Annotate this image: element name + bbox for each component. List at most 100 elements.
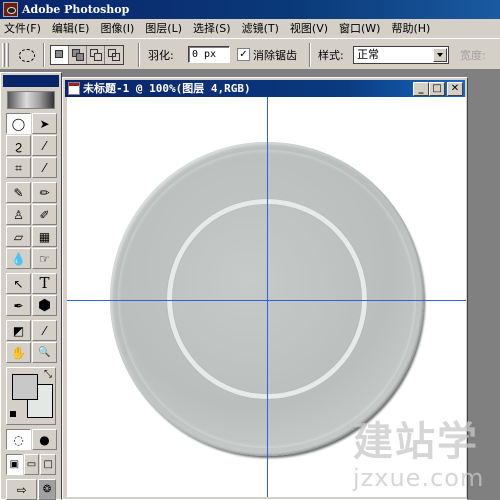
style-select-value: 正常 [357, 48, 379, 61]
path-selection-icon: ↖ [13, 276, 24, 291]
jump-to-group: ⇨ ❂ [1, 479, 61, 500]
selection-mode-group [50, 45, 124, 65]
tool-group-selection: ◯ ➤ ϩ ⁄ ⌗ ⁄ [1, 113, 61, 178]
antialias-label: 消除锯齿 [253, 49, 297, 62]
vertical-guide[interactable] [267, 97, 268, 497]
style-select[interactable]: 正常 [353, 46, 449, 64]
pen-icon: ✒ [13, 298, 24, 313]
jump-to-arrow-icon: ⇨ [16, 482, 27, 497]
app-title: Adobe Photoshop [22, 3, 130, 16]
image-canvas[interactable] [67, 97, 466, 497]
tool-eraser[interactable]: ▱ [6, 226, 31, 247]
tool-zoom[interactable]: 🔍 [32, 342, 57, 363]
tool-elliptical-marquee[interactable]: ◯ [6, 113, 31, 134]
tool-type[interactable]: T [32, 273, 57, 294]
menu-select[interactable]: 选择(S) [189, 19, 238, 38]
tool-gradient[interactable]: ▦ [32, 226, 57, 247]
photoshop-app-icon [3, 2, 18, 17]
menu-layer[interactable]: 图层(L) [141, 19, 189, 38]
adobe-online-logo[interactable] [7, 91, 55, 109]
antialias-checkbox[interactable]: ✓ [237, 48, 250, 61]
add-selection-icon-2 [76, 53, 84, 61]
menu-view[interactable]: 视图(V) [286, 19, 335, 38]
full-screen-menu-icon: ▭ [26, 458, 37, 470]
brush-icon: ✏ [39, 185, 50, 200]
ellipse-marquee-icon: ◯ [11, 116, 26, 131]
move-icon: ➤ [39, 116, 50, 131]
document-icon [68, 82, 80, 95]
magnifier-icon: 🔍 [38, 346, 51, 358]
tool-move[interactable]: ➤ [32, 113, 57, 134]
options-bar-grip-2[interactable] [6, 43, 9, 67]
tool-shape[interactable]: ⬢ [32, 295, 57, 316]
tool-pen[interactable]: ✒ [6, 295, 31, 316]
history-brush-icon: ✐ [39, 207, 50, 222]
menu-image[interactable]: 图像(I) [96, 19, 141, 38]
magic-wand-icon: ⁄ [43, 138, 46, 153]
add-to-selection-button[interactable] [69, 46, 87, 64]
imageready-button[interactable]: ❂ [38, 479, 56, 500]
toolbox-title-bar[interactable] [3, 75, 59, 87]
tool-preset-ellipse-icon[interactable] [16, 47, 38, 63]
hexagon-shape-icon: ⬢ [37, 296, 52, 314]
tool-blur[interactable]: 💧 [6, 248, 31, 269]
options-bar-grip[interactable] [2, 43, 5, 67]
default-colors-icon[interactable] [10, 411, 21, 422]
menu-edit[interactable]: 编辑(E) [48, 19, 97, 38]
eraser-icon: ▱ [13, 229, 24, 244]
tool-brush[interactable]: ✏ [32, 182, 57, 203]
tool-healing-brush[interactable]: ✎ [6, 182, 31, 203]
document-window: 未标题-1 @ 100%(图层 4,RGB) _ □ ✕ [62, 77, 468, 500]
divider [138, 43, 140, 67]
screen-mode-group: ▣ ▭ □ [1, 454, 61, 475]
tool-path-selection[interactable]: ↖ [6, 273, 31, 294]
tool-notes[interactable]: ◩ [6, 320, 31, 341]
new-selection-icon [55, 50, 63, 58]
app-title-bar: Adobe Photoshop [0, 0, 500, 19]
standard-screen-button[interactable]: ▣ [6, 454, 23, 475]
tool-clone-stamp[interactable]: ♙ [6, 204, 31, 225]
menu-help[interactable]: 帮助(H) [387, 19, 437, 38]
menu-file[interactable]: 文件(F) [0, 19, 48, 38]
crop-icon: ⌗ [15, 160, 22, 175]
full-screen-icon: □ [43, 458, 53, 470]
menu-window[interactable]: 窗口(W) [335, 19, 387, 38]
new-selection-button[interactable] [51, 46, 69, 64]
tool-eyedropper[interactable]: ⁄ [32, 320, 57, 341]
width-label: 宽度: [460, 49, 486, 62]
menu-bar: 文件(F) 编辑(E) 图像(I) 图层(L) 选择(S) 滤镜(T) 视图(V… [0, 19, 500, 38]
chevron-down-icon[interactable] [433, 48, 447, 62]
document-title: 未标题-1 @ 100%(图层 4,RGB) [83, 82, 251, 95]
foreground-color-swatch[interactable] [12, 374, 38, 400]
intersect-selection-button[interactable] [105, 46, 123, 64]
tool-dodge[interactable]: ☞ [32, 248, 57, 269]
horizontal-guide[interactable] [67, 300, 466, 301]
full-screen-button[interactable]: □ [40, 454, 56, 475]
document-title-bar[interactable]: 未标题-1 @ 100%(图层 4,RGB) _ □ ✕ [65, 80, 465, 97]
window-controls: _ □ ✕ [413, 82, 463, 96]
options-bar: 羽化: 0 px ✓ 消除锯齿 样式: 正常 宽度: [0, 38, 500, 70]
menu-filter[interactable]: 滤镜(T) [238, 19, 286, 38]
feather-label: 羽化: [148, 49, 174, 62]
swap-colors-icon[interactable]: ⤡ [44, 369, 52, 380]
full-screen-menu-button[interactable]: ▭ [23, 454, 40, 475]
tool-history-brush[interactable]: ✐ [32, 204, 57, 225]
intersect-selection-icon-2 [112, 53, 120, 61]
tool-crop[interactable]: ⌗ [6, 157, 31, 178]
standard-mode-button[interactable]: ◌ [6, 429, 31, 450]
minimize-button[interactable]: _ [413, 82, 429, 96]
type-icon: T [39, 274, 50, 292]
subtract-from-selection-button[interactable] [87, 46, 105, 64]
jump-to-imageready-button[interactable]: ⇨ [6, 479, 38, 500]
slice-icon: ⁄ [43, 160, 46, 175]
tool-magic-wand[interactable]: ⁄ [32, 135, 57, 156]
maximize-button[interactable]: □ [429, 82, 445, 96]
quick-mask-mode-button[interactable]: ● [32, 429, 57, 450]
subtract-selection-icon-2 [94, 53, 102, 61]
tool-slice[interactable]: ⁄ [32, 157, 57, 178]
divider [43, 43, 45, 67]
tool-lasso[interactable]: ϩ [6, 135, 31, 156]
tool-hand[interactable]: ✋ [6, 342, 31, 363]
close-button[interactable]: ✕ [447, 82, 463, 96]
feather-input[interactable]: 0 px [188, 46, 230, 63]
